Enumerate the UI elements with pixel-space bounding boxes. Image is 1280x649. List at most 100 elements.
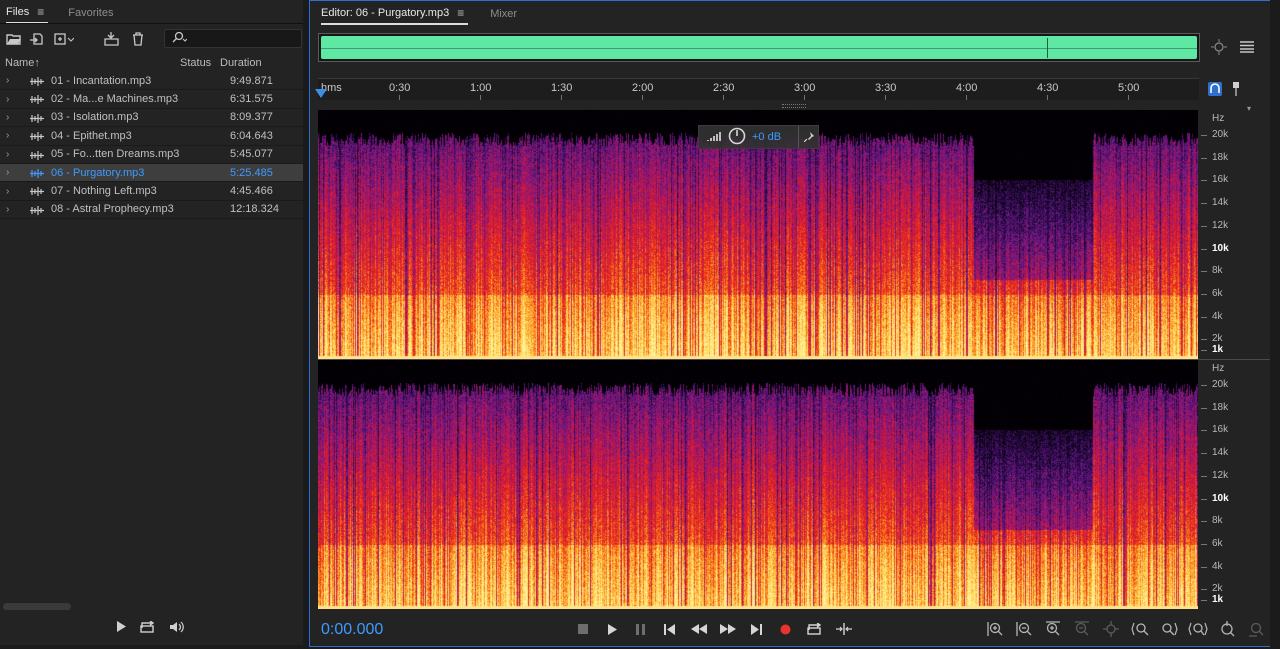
zoom-reset-icon[interactable] [1096, 618, 1125, 640]
column-name-label: Name [5, 57, 35, 69]
volume-knob[interactable] [728, 127, 746, 148]
tab-favorites[interactable]: Favorites [68, 7, 117, 24]
ruler-tick [804, 95, 805, 100]
expand-chevron-icon[interactable]: › [6, 204, 9, 215]
file-row[interactable]: › 08 - Astral Prophecy.mp3 12:18.324 [0, 201, 303, 220]
audio-file-icon [30, 205, 44, 215]
file-row[interactable]: › 02 - Ma...e Machines.mp3 6:31.575 [0, 90, 303, 109]
ruler-tick-label: 2:30 [713, 82, 735, 94]
display-options-icon[interactable] [1238, 39, 1256, 55]
fast-forward-button[interactable] [713, 618, 742, 640]
file-row[interactable]: › 04 - Epithet.mp3 6:04.643 [0, 127, 303, 146]
frequency-label: 12k [1212, 219, 1229, 231]
files-search-input[interactable] [164, 29, 302, 48]
snap-to-icon[interactable] [1205, 80, 1225, 98]
file-row[interactable]: › 03 - Isolation.mp3 8:09.377 [0, 109, 303, 128]
expand-chevron-icon[interactable]: › [6, 149, 9, 160]
zoom-full-icon[interactable] [1212, 618, 1241, 640]
frequency-tick [1201, 271, 1207, 273]
expand-chevron-icon[interactable]: › [6, 75, 9, 86]
tab-files[interactable]: Files ≡ [6, 5, 49, 24]
waveform-overview[interactable] [318, 33, 1200, 62]
frequency-tick [1201, 350, 1207, 351]
files-toolbar [0, 24, 303, 54]
expand-chevron-icon[interactable]: › [6, 186, 9, 197]
expand-chevron-icon[interactable]: › [6, 112, 9, 123]
frequency-tick [1201, 385, 1207, 386]
tab-editor[interactable]: Editor: 06 - Purgatory.mp3 ≡ [321, 6, 469, 25]
search-icon [171, 31, 188, 46]
file-list: › 01 - Incantation.mp3 9:49.871 › 02 - Ma...… [0, 72, 303, 220]
frequency-tick [1201, 430, 1207, 432]
record-button[interactable] [771, 618, 800, 640]
frequency-unit-label: Hz [1212, 113, 1225, 124]
editor-panel: Editor: 06 - Purgatory.mp3 ≡ Mixer hms 0… [309, 0, 1280, 647]
level-meter-icon [707, 130, 723, 145]
insert-into-multitrack-icon[interactable] [103, 29, 123, 49]
pin-marker-icon[interactable] [1226, 80, 1246, 98]
file-row[interactable]: › 06 - Purgatory.mp3 5:25.485 [0, 163, 303, 183]
spectrogram-channel-right[interactable] [318, 360, 1198, 609]
volume-value[interactable]: +0 dB [752, 131, 781, 143]
expand-chevron-icon[interactable]: › [6, 130, 9, 141]
timeline-scroll-grip[interactable] [782, 104, 806, 108]
time-ruler[interactable]: hms 0:30 1:00 1:30 2:00 2:30 3:00 3:30 4:00 4:30… [315, 78, 1199, 100]
preview-loop-button[interactable] [140, 619, 155, 636]
open-file-icon[interactable] [4, 29, 24, 49]
preview-autoplay-volume-icon[interactable] [169, 621, 187, 636]
trash-icon[interactable] [128, 29, 148, 49]
pin-hud-icon[interactable] [798, 126, 818, 148]
skip-to-end-button[interactable] [742, 618, 771, 640]
zoom-in-amplitude-icon[interactable] [980, 618, 1009, 640]
playhead-marker[interactable] [315, 89, 327, 98]
frequency-tick [1201, 543, 1207, 545]
zoom-in-time-icon[interactable] [1038, 618, 1067, 640]
expand-chevron-icon[interactable]: › [6, 167, 9, 178]
zoom-to-selection-icon[interactable] [1183, 618, 1212, 640]
frequency-label: 1k [1212, 594, 1224, 605]
files-horizontal-scrollbar[interactable] [3, 603, 71, 610]
rewind-button[interactable] [684, 618, 713, 640]
frequency-tick [1201, 339, 1207, 341]
frequency-tick [1201, 407, 1207, 409]
frequency-scale-left: Hz 20k 18k 16k 14k 12k 10k 8k 6k 4k 2k 1k [1199, 110, 1269, 359]
zoom-to-selection-icon[interactable] [1210, 39, 1228, 55]
column-name[interactable]: Name↑ [5, 57, 40, 69]
files-preview-transport [0, 616, 303, 640]
frequency-label: 8k [1212, 265, 1223, 277]
ruler-tick-label: 3:00 [794, 82, 816, 94]
file-row[interactable]: › 05 - Fo...tten Dreams.mp3 5:45.077 [0, 146, 303, 164]
zoom-history-icon[interactable] [1241, 618, 1270, 640]
zoom-in-at-end-icon[interactable] [1154, 618, 1183, 640]
audio-file-icon [30, 95, 44, 105]
stop-button[interactable] [568, 618, 597, 640]
panel-menu-icon[interactable]: ≡ [37, 5, 44, 19]
expand-chevron-icon[interactable]: › [6, 94, 9, 105]
ruler-tick-label: 3:30 [875, 82, 897, 94]
preview-play-button[interactable] [116, 621, 126, 635]
file-row[interactable]: › 01 - Incantation.mp3 9:49.871 [0, 72, 303, 91]
panel-menu-icon[interactable]: ≡ [457, 6, 464, 20]
ruler-tick [1047, 95, 1048, 100]
zoom-out-amplitude-icon[interactable] [1009, 618, 1038, 640]
play-button[interactable] [597, 618, 626, 640]
files-column-header: Name↑ Status Duration [0, 54, 303, 72]
transport-controls [568, 618, 858, 640]
loop-playback-button[interactable] [800, 618, 829, 640]
import-file-icon[interactable] [29, 29, 49, 49]
column-status[interactable]: Status [180, 57, 211, 69]
ruler-tick [642, 95, 643, 100]
tab-mixer[interactable]: Mixer [490, 8, 521, 25]
ruler-tick-label: 4:30 [1037, 82, 1059, 94]
frequency-tick [1201, 316, 1207, 318]
frequency-tick [1201, 566, 1207, 568]
zoom-out-time-icon[interactable] [1067, 618, 1096, 640]
file-row[interactable]: › 07 - Nothing Left.mp3 4:45.466 [0, 182, 303, 201]
pause-button[interactable] [626, 618, 655, 640]
frequency-tick [1201, 135, 1207, 136]
skip-selection-button[interactable] [829, 618, 858, 640]
column-duration[interactable]: Duration [220, 57, 262, 69]
skip-to-start-button[interactable] [655, 618, 684, 640]
zoom-in-at-start-icon[interactable] [1125, 618, 1154, 640]
new-file-icon[interactable] [54, 29, 74, 49]
